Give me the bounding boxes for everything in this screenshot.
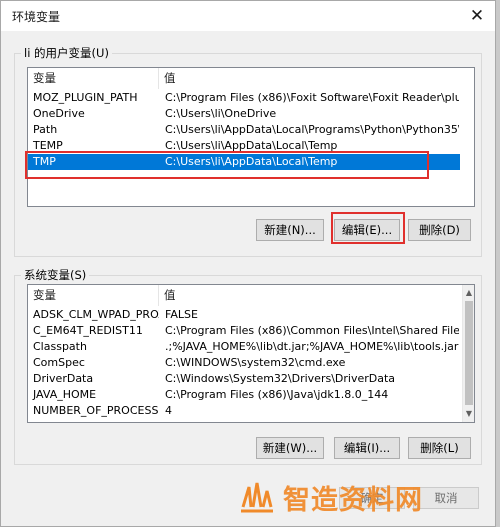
table-row[interactable]: ComSpec C:\WINDOWS\system32\cmd.exe [28, 355, 459, 371]
variable-value: C:\Users\li\OneDrive [165, 107, 277, 120]
close-button[interactable]: ✕ [465, 5, 489, 27]
system-variables-header: 变量 值 [28, 285, 455, 306]
column-header-value[interactable]: 值 [159, 285, 455, 306]
system-variables-scrollbar[interactable]: ▲ ▼ [462, 285, 474, 422]
scroll-down-icon[interactable]: ▼ [464, 408, 474, 420]
variable-name: Path [33, 123, 58, 136]
variable-value: C:\Users\li\AppData\Local\Programs\Pytho… [165, 123, 459, 136]
annotation-highlight-edit-button [331, 212, 405, 244]
variable-name: ComSpec [33, 356, 85, 369]
variable-value: C:\Program Files (x86)\Java\jdk1.8.0_144 [165, 388, 389, 401]
annotation-highlight-selected-row [25, 151, 429, 179]
user-new-button[interactable]: 新建(N)... [256, 219, 324, 241]
table-row[interactable]: DriverData C:\Windows\System32\Drivers\D… [28, 371, 459, 387]
scroll-up-icon[interactable]: ▲ [464, 287, 474, 299]
system-edit-button[interactable]: 编辑(I)... [334, 437, 400, 459]
variable-value: C:\Windows\System32\Drivers\DriverData [165, 372, 396, 385]
background-window-edge [496, 0, 500, 527]
variable-name: C_EM64T_REDIST11 [33, 324, 143, 337]
system-variables-list[interactable]: 变量 值 ADSK_CLM_WPAD_PROXY... FALSE C_EM64… [27, 284, 475, 423]
table-row[interactable]: MOZ_PLUGIN_PATH C:\Program Files (x86)\F… [28, 90, 459, 106]
watermark: 智造资料网 [237, 477, 423, 517]
user-delete-button[interactable]: 删除(D) [408, 219, 471, 241]
table-row[interactable]: C_EM64T_REDIST11 C:\Program Files (x86)\… [28, 323, 459, 339]
scrollbar-thumb[interactable] [465, 301, 473, 405]
environment-variables-dialog: 环境变量 ✕ li 的用户变量(U) 变量 值 MOZ_PLUGIN_PATH … [0, 0, 496, 527]
window-title: 环境变量 [12, 10, 61, 24]
system-variables-label: 系统变量(S) [21, 267, 90, 283]
variable-value: .;%JAVA_HOME%\lib\dt.jar;%JAVA_HOME%\lib… [165, 340, 459, 353]
variable-value: C:\WINDOWS\system32\cmd.exe [165, 356, 346, 369]
table-row[interactable]: NUMBER_OF_PROCESSORS 4 [28, 403, 459, 419]
watermark-text: 智造资料网 [283, 484, 423, 516]
table-row[interactable]: JAVA_HOME C:\Program Files (x86)\Java\jd… [28, 387, 459, 403]
user-variables-header: 变量 值 [28, 68, 455, 89]
table-row[interactable]: ADSK_CLM_WPAD_PROXY... FALSE [28, 307, 459, 323]
system-delete-button[interactable]: 删除(L) [408, 437, 471, 459]
variable-value: FALSE [165, 308, 198, 321]
variable-value: 4 [165, 404, 172, 417]
variable-name: OneDrive [33, 107, 85, 120]
system-new-button[interactable]: 新建(W)... [256, 437, 324, 459]
table-row[interactable]: Classpath .;%JAVA_HOME%\lib\dt.jar;%JAVA… [28, 339, 459, 355]
title-bar: 环境变量 ✕ [1, 1, 495, 31]
variable-name: ADSK_CLM_WPAD_PROXY... [33, 308, 159, 321]
variable-name: NUMBER_OF_PROCESSORS [33, 404, 159, 417]
variable-name: JAVA_HOME [33, 388, 97, 401]
column-header-value[interactable]: 值 [159, 68, 455, 89]
variable-name: Classpath [33, 340, 87, 353]
column-header-variable[interactable]: 变量 [28, 285, 159, 306]
variable-value: C:\Program Files (x86)\Foxit Software\Fo… [165, 91, 459, 104]
table-row[interactable]: OneDrive C:\Users\li\OneDrive [28, 106, 459, 122]
close-icon: ✕ [469, 6, 485, 26]
variable-name: DriverData [33, 372, 94, 385]
variable-value: C:\Program Files (x86)\Common Files\Inte… [165, 324, 459, 337]
user-variables-list[interactable]: 变量 值 MOZ_PLUGIN_PATH C:\Program Files (x… [27, 67, 475, 207]
variable-name: MOZ_PLUGIN_PATH [33, 91, 138, 104]
column-header-variable[interactable]: 变量 [28, 68, 159, 89]
table-row[interactable]: Path C:\Users\li\AppData\Local\Programs\… [28, 122, 459, 138]
watermark-logo-icon [241, 482, 273, 513]
user-variables-label: li 的用户变量(U) [21, 45, 112, 61]
